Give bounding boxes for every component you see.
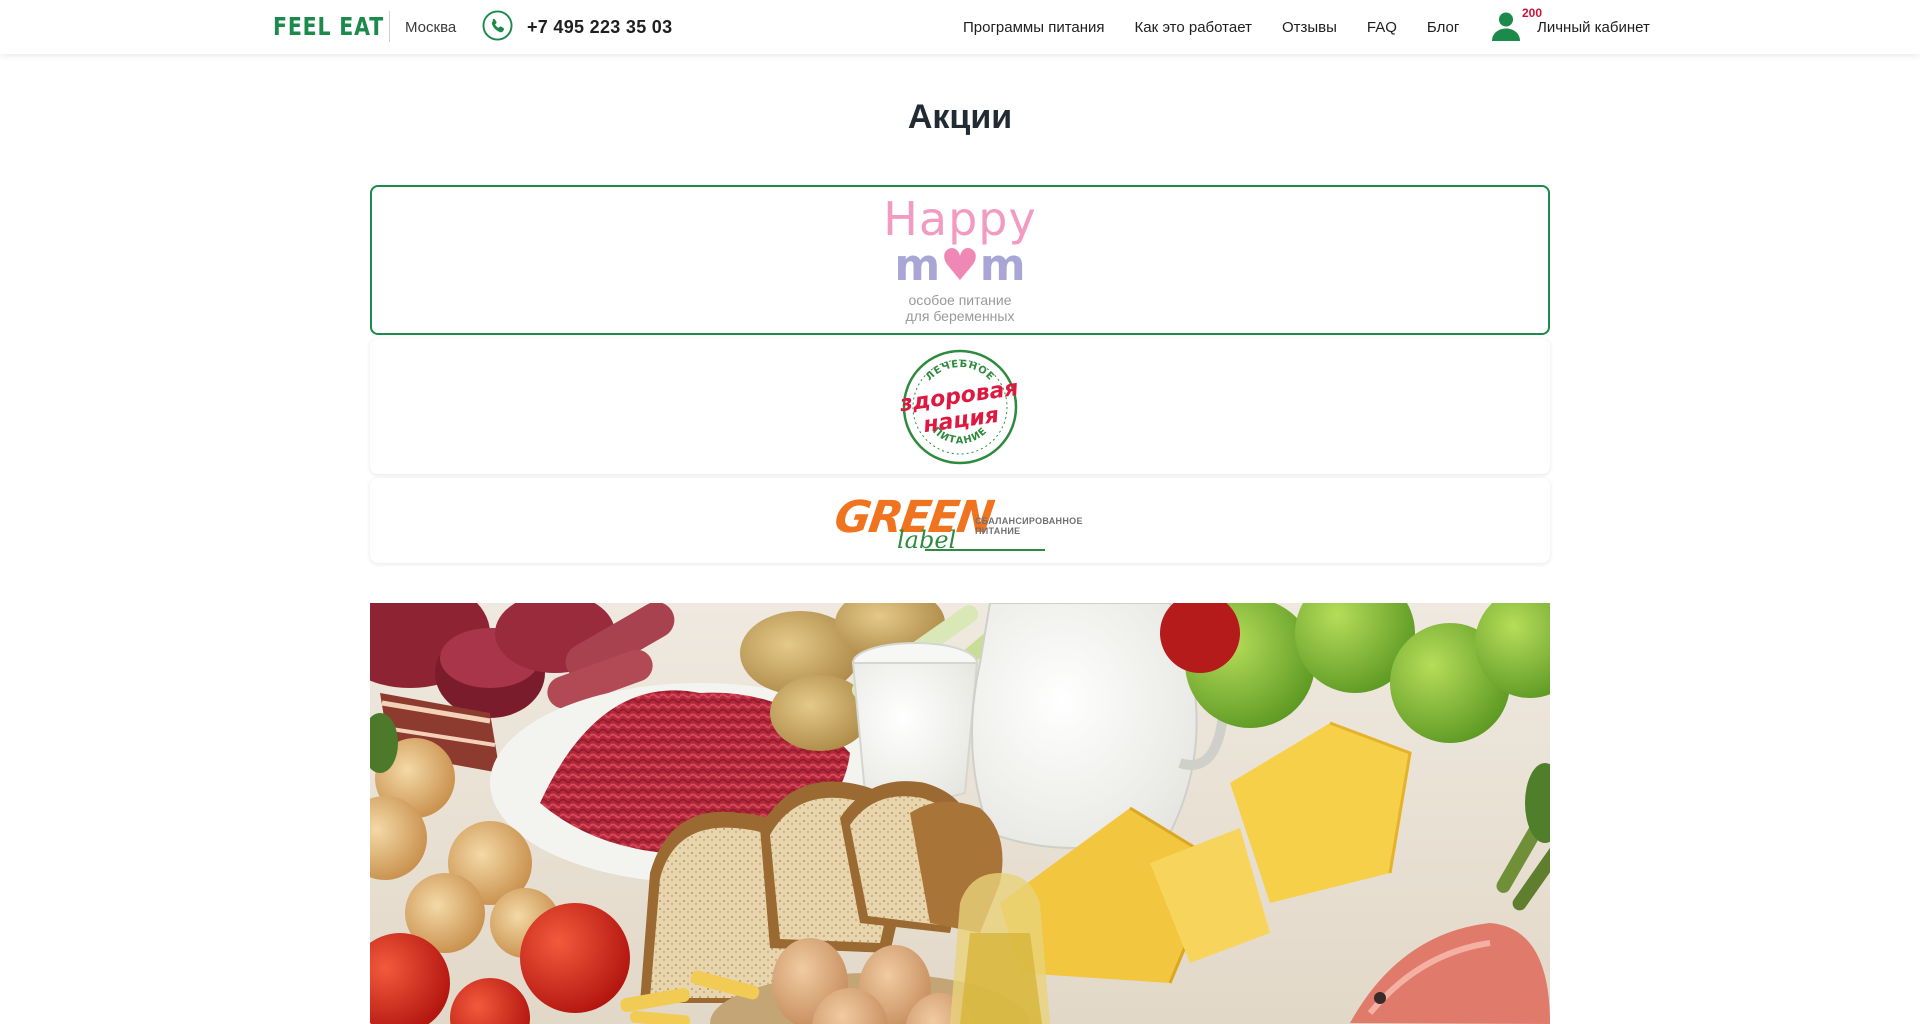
promo-card-healthy-nation[interactable]: ЛЕЧЕБНОЕ ПИТАНИЕ здоровая нация bbox=[370, 339, 1550, 474]
user-icon[interactable] bbox=[1490, 10, 1522, 42]
promo-card-green-label[interactable]: GREEN label СБАЛАНСИРОВАННОЕ ПИТАНИЕ bbox=[370, 478, 1550, 563]
green-label-underline bbox=[925, 548, 1045, 551]
seal-icon: ЛЕЧЕБНОЕ ПИТАНИЕ здоровая нация bbox=[898, 349, 1020, 464]
food-photo bbox=[370, 603, 1550, 1024]
main-nav: Программы питания Как это работает Отзыв… bbox=[963, 19, 1489, 36]
site-header: FEEL EAT Москва +7 495 223 35 03 Програм… bbox=[0, 0, 1920, 54]
happy-mom-logo: Happy m♥m особое питание для беременных bbox=[883, 196, 1036, 324]
nav-how-it-works[interactable]: Как это работает bbox=[1135, 19, 1252, 36]
city-selector[interactable]: Москва bbox=[405, 19, 456, 36]
phone-icon[interactable] bbox=[482, 10, 513, 41]
happy-mom-line2: m♥m bbox=[894, 240, 1026, 291]
green-label-sub1: СБАЛАНСИРОВАННОЕ bbox=[975, 515, 1083, 526]
site-logo[interactable]: FEEL EAT bbox=[273, 13, 384, 41]
heart-icon: ♥ bbox=[940, 240, 980, 291]
header-divider bbox=[389, 11, 390, 42]
promo-card-happy-mom[interactable]: Happy m♥m особое питание для беременных bbox=[370, 185, 1550, 335]
happy-mom-sub1: особое питание bbox=[908, 292, 1012, 308]
green-label-logo: GREEN label СБАЛАНСИРОВАННОЕ ПИТАНИЕ bbox=[831, 486, 1085, 556]
nav-programs[interactable]: Программы питания bbox=[963, 19, 1105, 36]
happy-mom-line1: Happy bbox=[883, 192, 1037, 246]
happy-mom-sub2: для беременных bbox=[905, 308, 1015, 324]
nav-blog[interactable]: Блог bbox=[1427, 19, 1459, 36]
nav-faq[interactable]: FAQ bbox=[1367, 19, 1397, 36]
account-link[interactable]: Личный кабинет bbox=[1537, 19, 1650, 36]
green-label-sub2: ПИТАНИЕ bbox=[975, 525, 1021, 536]
healthy-nation-logo: ЛЕЧЕБНОЕ ПИТАНИЕ здоровая нация bbox=[898, 345, 1022, 469]
bonus-badge: 200 bbox=[1522, 6, 1543, 20]
phone-number[interactable]: +7 495 223 35 03 bbox=[527, 17, 672, 38]
page-title: Акции bbox=[907, 98, 1013, 136]
nav-reviews[interactable]: Отзывы bbox=[1282, 19, 1337, 36]
green-label-sub: СБАЛАНСИРОВАННОЕ ПИТАНИЕ bbox=[975, 516, 1083, 536]
